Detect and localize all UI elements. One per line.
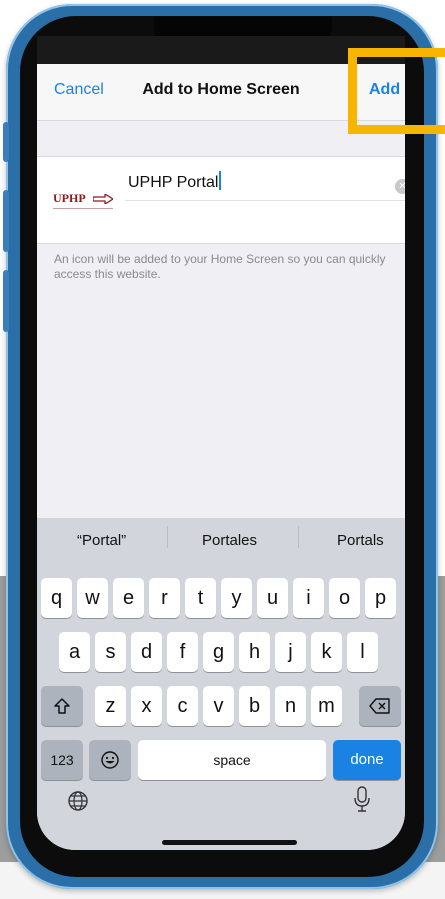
key-b[interactable]: b xyxy=(239,686,270,726)
key-n[interactable]: n xyxy=(275,686,306,726)
done-key[interactable]: done xyxy=(333,740,401,780)
key-m[interactable]: m xyxy=(311,686,342,726)
key-i[interactable]: i xyxy=(293,578,324,618)
backspace-icon xyxy=(369,698,390,714)
suggestion-1[interactable]: “Portal” xyxy=(77,532,126,549)
text-caret xyxy=(219,171,222,190)
key-h[interactable]: h xyxy=(239,632,270,672)
arrow-icon xyxy=(93,194,113,204)
title-input-value: UPHP Portal xyxy=(128,174,219,191)
suggestion-separator xyxy=(167,526,168,548)
key-l[interactable]: l xyxy=(347,632,378,672)
key-v[interactable]: v xyxy=(203,686,234,726)
description-text: An icon will be added to your Home Scree… xyxy=(54,252,386,281)
key-g[interactable]: g xyxy=(203,632,234,672)
key-j[interactable]: j xyxy=(275,632,306,672)
key-y[interactable]: y xyxy=(221,578,252,618)
key-s[interactable]: s xyxy=(95,632,126,672)
key-e[interactable]: e xyxy=(113,578,144,618)
site-icon: UPHP xyxy=(53,177,115,223)
key-w[interactable]: w xyxy=(77,578,108,618)
mute-switch xyxy=(3,122,9,162)
backspace-key[interactable] xyxy=(359,686,401,726)
mic-icon[interactable] xyxy=(353,786,371,812)
key-p[interactable]: p xyxy=(365,578,396,618)
site-icon-underline xyxy=(53,208,113,209)
key-r[interactable]: r xyxy=(149,578,180,618)
key-o[interactable]: o xyxy=(329,578,360,618)
title-input[interactable]: UPHP Portal xyxy=(128,171,222,192)
emoji-icon xyxy=(101,751,119,769)
numbers-key[interactable]: 123 xyxy=(41,740,83,780)
suggestion-2[interactable]: Portales xyxy=(202,532,257,549)
site-icon-text: UPHP xyxy=(53,191,86,205)
key-k[interactable]: k xyxy=(311,632,342,672)
site-card: UPHP UPHP Portal ✕ xyxy=(37,156,405,244)
card-divider xyxy=(125,200,405,201)
emoji-key[interactable] xyxy=(89,740,131,780)
add-button-highlight xyxy=(348,48,445,134)
screen: Cancel Add to Home Screen Add UPHP UPHP … xyxy=(37,64,405,850)
suggestion-3[interactable]: Portals xyxy=(337,532,384,549)
volume-down-button xyxy=(3,270,9,332)
keyboard: “Portal” Portales Portals q w e r t y u … xyxy=(37,518,405,850)
key-z[interactable]: z xyxy=(95,686,126,726)
globe-icon[interactable] xyxy=(67,790,89,812)
key-q[interactable]: q xyxy=(41,578,72,618)
suggestion-separator xyxy=(298,526,299,548)
volume-up-button xyxy=(3,190,9,252)
home-indicator[interactable] xyxy=(162,840,297,845)
shift-key[interactable] xyxy=(41,686,83,726)
key-u[interactable]: u xyxy=(257,578,288,618)
key-d[interactable]: d xyxy=(131,632,162,672)
shift-icon xyxy=(54,698,70,714)
key-c[interactable]: c xyxy=(167,686,198,726)
key-x[interactable]: x xyxy=(131,686,162,726)
key-t[interactable]: t xyxy=(185,578,216,618)
clear-icon[interactable]: ✕ xyxy=(395,179,405,194)
key-f[interactable]: f xyxy=(167,632,198,672)
key-a[interactable]: a xyxy=(59,632,90,672)
space-key[interactable]: space xyxy=(138,740,326,780)
